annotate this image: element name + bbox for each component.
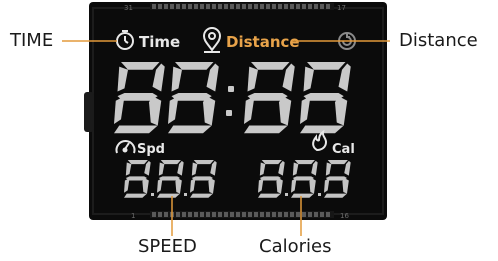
bottom-scale-tick [176,212,180,217]
bottom-scale-tick [200,212,204,217]
bottom-scale-tick [182,212,186,217]
bottom-scale-tick [152,212,156,217]
bottom-scale-tick [308,212,312,217]
bottom-scale-tick [302,212,306,217]
top-scale-tick [242,4,246,9]
top-scale-tick [314,4,318,9]
calories-callout: Calories [259,236,332,257]
top-scale-tick [224,4,228,9]
top-scale-tick [236,4,240,9]
bottom-scale-tick [320,212,324,217]
bottom-scale [150,211,334,218]
bottom-scale-tick [260,212,264,217]
top-scale-tick [278,4,282,9]
bottom-left-number: 1 [131,212,135,220]
top-scale-tick [302,4,306,9]
bottom-scale-tick [254,212,258,217]
top-scale-tick [266,4,270,9]
top-scale-tick [260,4,264,9]
top-scale-tick [170,4,174,9]
top-scale-tick [176,4,180,9]
top-scale-tick [206,4,210,9]
bottom-scale-tick [188,212,192,217]
top-scale-tick [320,4,324,9]
top-scale-tick [218,4,222,9]
top-scale-tick [296,4,300,9]
top-scale-tick [284,4,288,9]
time-label: Time [139,33,180,51]
distance-callout: Distance [399,30,478,51]
distance-label: Distance [226,33,300,51]
top-left-number: 31 [124,4,133,12]
top-scale-tick [182,4,186,9]
bottom-scale-tick [272,212,276,217]
top-scale-tick [254,4,258,9]
bottom-scale-tick [218,212,222,217]
top-scale [150,3,334,10]
bottom-scale-tick [248,212,252,217]
top-scale-tick [272,4,276,9]
bottom-scale-tick [224,212,228,217]
bottom-scale-tick [242,212,246,217]
top-scale-tick [326,4,330,9]
top-right-number: 17 [337,4,346,12]
bottom-scale-tick [266,212,270,217]
calories-dot-2 [318,193,321,196]
bottom-scale-tick [284,212,288,217]
top-scale-tick [164,4,168,9]
bottom-scale-tick [194,212,198,217]
bottom-scale-tick [290,212,294,217]
lcd-diagram: 31 17 1 16 Time Distance Spd Cal TIME Di… [0,0,498,261]
bottom-scale-tick [212,212,216,217]
speed-dot-2 [184,193,187,196]
top-scale-tick [290,4,294,9]
top-scale-tick [230,4,234,9]
bottom-scale-tick [314,212,318,217]
time-callout: TIME [10,30,54,51]
bottom-scale-tick [230,212,234,217]
speed-dot-1 [151,193,154,196]
speed-label: Spd [137,142,165,157]
bottom-scale-tick [206,212,210,217]
bottom-scale-tick [236,212,240,217]
top-scale-tick [152,4,156,9]
top-scale-tick [158,4,162,9]
top-scale-tick [200,4,204,9]
bottom-scale-tick [296,212,300,217]
top-scale-tick [188,4,192,9]
bottom-scale-tick [164,212,168,217]
calories-label: Cal [332,142,355,157]
bottom-scale-tick [278,212,282,217]
top-scale-tick [248,4,252,9]
bottom-scale-tick [326,212,330,217]
top-scale-tick [212,4,216,9]
lcd-side-notch [84,92,94,132]
top-scale-tick [308,4,312,9]
top-scale-tick [194,4,198,9]
bottom-right-number: 16 [340,212,349,220]
calories-dot-1 [285,193,288,196]
speed-callout: SPEED [138,236,197,257]
bottom-scale-tick [158,212,162,217]
